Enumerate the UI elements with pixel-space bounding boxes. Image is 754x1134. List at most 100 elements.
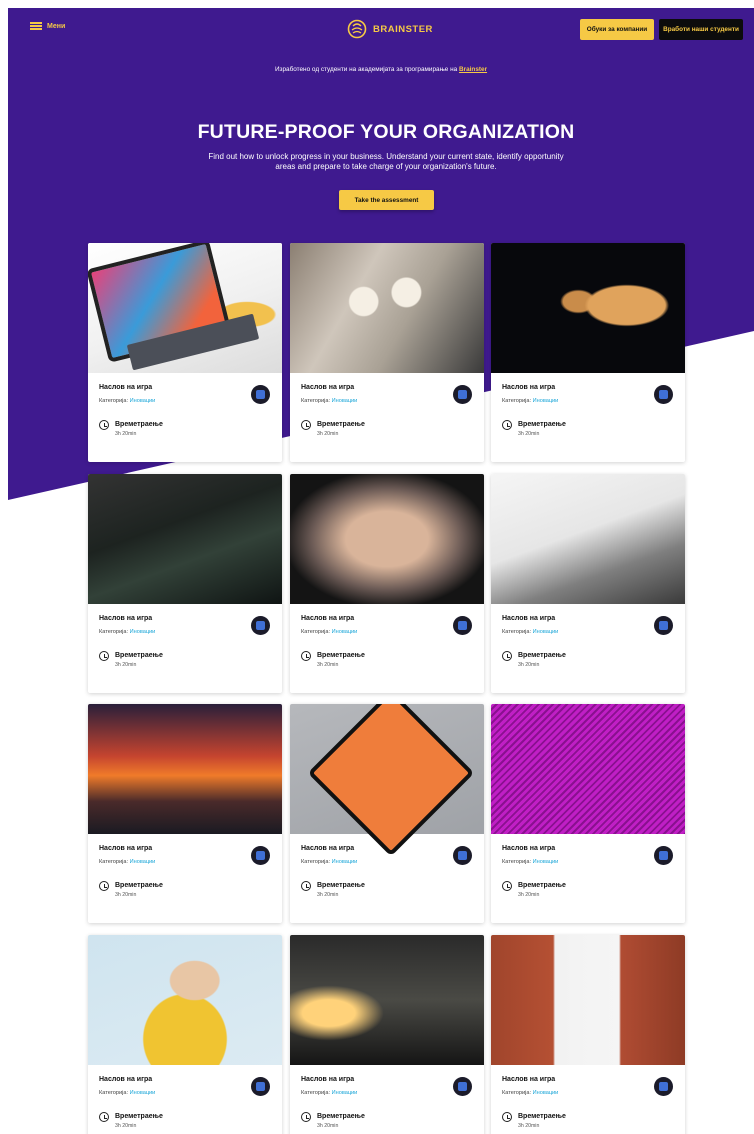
game-card[interactable]: Наслов на игра Категорија: Иновации Времет…: [88, 474, 282, 693]
card-category: Категорија: Иновации: [99, 859, 155, 865]
duration-label: Времетраење: [317, 1113, 365, 1120]
duration-label: Времетраење: [518, 421, 566, 428]
card-title[interactable]: Наслов на игра: [502, 1076, 555, 1083]
clock-icon: [502, 420, 512, 430]
card-title[interactable]: Наслов на игра: [502, 615, 555, 622]
card-title[interactable]: Наслов на игра: [99, 384, 152, 391]
card-image[interactable]: [491, 243, 685, 373]
category-link[interactable]: Иновации: [332, 398, 358, 404]
card-category: Категорија: Иновации: [502, 629, 558, 635]
game-card[interactable]: Наслов на игра Категорија: Иновации Времет…: [491, 704, 685, 923]
category-link[interactable]: Иновации: [332, 859, 358, 865]
duration-label: Времетраење: [115, 882, 163, 889]
category-label: Категорија:: [99, 629, 129, 635]
category-link[interactable]: Иновации: [130, 629, 156, 635]
brand-logo[interactable]: BRAINSTER: [347, 19, 433, 39]
duration-label: Времетраење: [317, 882, 365, 889]
duration-label: Времетраење: [317, 421, 365, 428]
duration-label: Времетраење: [115, 1113, 163, 1120]
phone-icon: [453, 1077, 472, 1096]
game-card[interactable]: Наслов на игра Категорија: Иновации Времет…: [290, 474, 484, 693]
card-title[interactable]: Наслов на игра: [99, 615, 152, 622]
game-card[interactable]: Наслов на игра Категорија: Иновации Времет…: [491, 474, 685, 693]
card-category: Категорија: Иновации: [99, 398, 155, 404]
category-link[interactable]: Иновации: [533, 629, 559, 635]
card-title[interactable]: Наслов на игра: [99, 1076, 152, 1083]
card-image[interactable]: [491, 474, 685, 604]
card-category: Категорија: Иновации: [99, 629, 155, 635]
card-category: Категорија: Иновации: [301, 859, 357, 865]
game-card[interactable]: Наслов на игра Категорија: Иновации Времет…: [88, 704, 282, 923]
card-title[interactable]: Наслов на игра: [301, 615, 354, 622]
game-card[interactable]: Наслов на игра Категорија: Иновации Времет…: [88, 935, 282, 1134]
card-title[interactable]: Наслов на игра: [301, 384, 354, 391]
card-title[interactable]: Наслов на игра: [301, 1076, 354, 1083]
card-image[interactable]: [491, 935, 685, 1065]
menu-button[interactable]: Мени: [30, 22, 65, 30]
card-image[interactable]: [290, 704, 484, 834]
card-title[interactable]: Наслов на игра: [301, 845, 354, 852]
game-card[interactable]: Наслов на игра Категорија: Иновации Времет…: [290, 243, 484, 462]
card-title[interactable]: Наслов на игра: [99, 845, 152, 852]
trophy-icon: [453, 846, 472, 865]
duration-value: 3h 20min: [518, 431, 540, 437]
phone-icon: [453, 385, 472, 404]
card-category: Категорија: Иновации: [301, 629, 357, 635]
category-label: Категорија:: [301, 1090, 331, 1096]
plane-icon: [251, 616, 270, 635]
card-title[interactable]: Наслов на игра: [502, 845, 555, 852]
category-link[interactable]: Иновации: [533, 859, 559, 865]
card-image[interactable]: [290, 243, 484, 373]
category-label: Категорија:: [99, 398, 129, 404]
grid-icon: [453, 616, 472, 635]
clock-icon: [99, 1112, 109, 1122]
card-image[interactable]: [88, 935, 282, 1065]
duration-value: 3h 20min: [115, 431, 137, 437]
category-label: Категорија:: [502, 398, 532, 404]
document-icon: [251, 385, 270, 404]
duration-value: 3h 20min: [115, 892, 137, 898]
menu-label: Мени: [47, 22, 66, 30]
card-category: Категорија: Иновации: [99, 1090, 155, 1096]
game-card[interactable]: Наслов на игра Категорија: Иновации Времет…: [491, 935, 685, 1134]
duration-label: Времетраење: [317, 652, 365, 659]
card-image[interactable]: [290, 935, 484, 1065]
trainings-button[interactable]: Обуки за компании: [580, 19, 654, 40]
clock-icon: [502, 1112, 512, 1122]
category-link[interactable]: Иновации: [332, 1090, 358, 1096]
duration-label: Времетраење: [115, 421, 163, 428]
game-card[interactable]: Наслов на игра Категорија: Иновации Времет…: [491, 243, 685, 462]
clock-icon: [301, 651, 311, 661]
category-link[interactable]: Иновации: [130, 398, 156, 404]
duration-value: 3h 20min: [317, 1123, 339, 1129]
card-image[interactable]: [290, 474, 484, 604]
card-category: Категорија: Иновации: [502, 398, 558, 404]
card-category: Категорија: Иновации: [502, 1090, 558, 1096]
category-link[interactable]: Иновации: [130, 1090, 156, 1096]
category-link[interactable]: Иновации: [130, 859, 156, 865]
hero-title: FUTURE-PROOF YOUR ORGANIZATION: [197, 121, 575, 143]
hero-description: Find out how to unlock progress in your …: [208, 152, 564, 171]
game-card[interactable]: Наслов на игра Категорија: Иновации Времет…: [290, 704, 484, 923]
category-link[interactable]: Иновации: [533, 398, 559, 404]
card-image[interactable]: [88, 704, 282, 834]
hire-students-button[interactable]: Вработи наши студенти: [659, 19, 743, 40]
card-image[interactable]: [88, 243, 282, 373]
clock-icon: [301, 881, 311, 891]
brainster-link[interactable]: Brainster: [459, 66, 487, 73]
game-card[interactable]: Наслов на игра Категорија: Иновации Времет…: [88, 243, 282, 462]
take-assessment-button[interactable]: Take the assessment: [339, 190, 434, 210]
image-icon: [654, 385, 673, 404]
calendar-icon: [654, 846, 673, 865]
game-card[interactable]: Наслов на игра Категорија: Иновации Времет…: [290, 935, 484, 1134]
card-title[interactable]: Наслов на игра: [502, 384, 555, 391]
card-image[interactable]: [491, 704, 685, 834]
category-label: Категорија:: [99, 859, 129, 865]
card-image[interactable]: [88, 474, 282, 604]
made-by-text: Изработено од студенти на академијата за…: [274, 66, 458, 73]
clock-icon: [502, 651, 512, 661]
category-link[interactable]: Иновации: [332, 629, 358, 635]
category-link[interactable]: Иновации: [533, 1090, 559, 1096]
duration-label: Времетраење: [518, 882, 566, 889]
card-category: Категорија: Иновации: [502, 859, 558, 865]
